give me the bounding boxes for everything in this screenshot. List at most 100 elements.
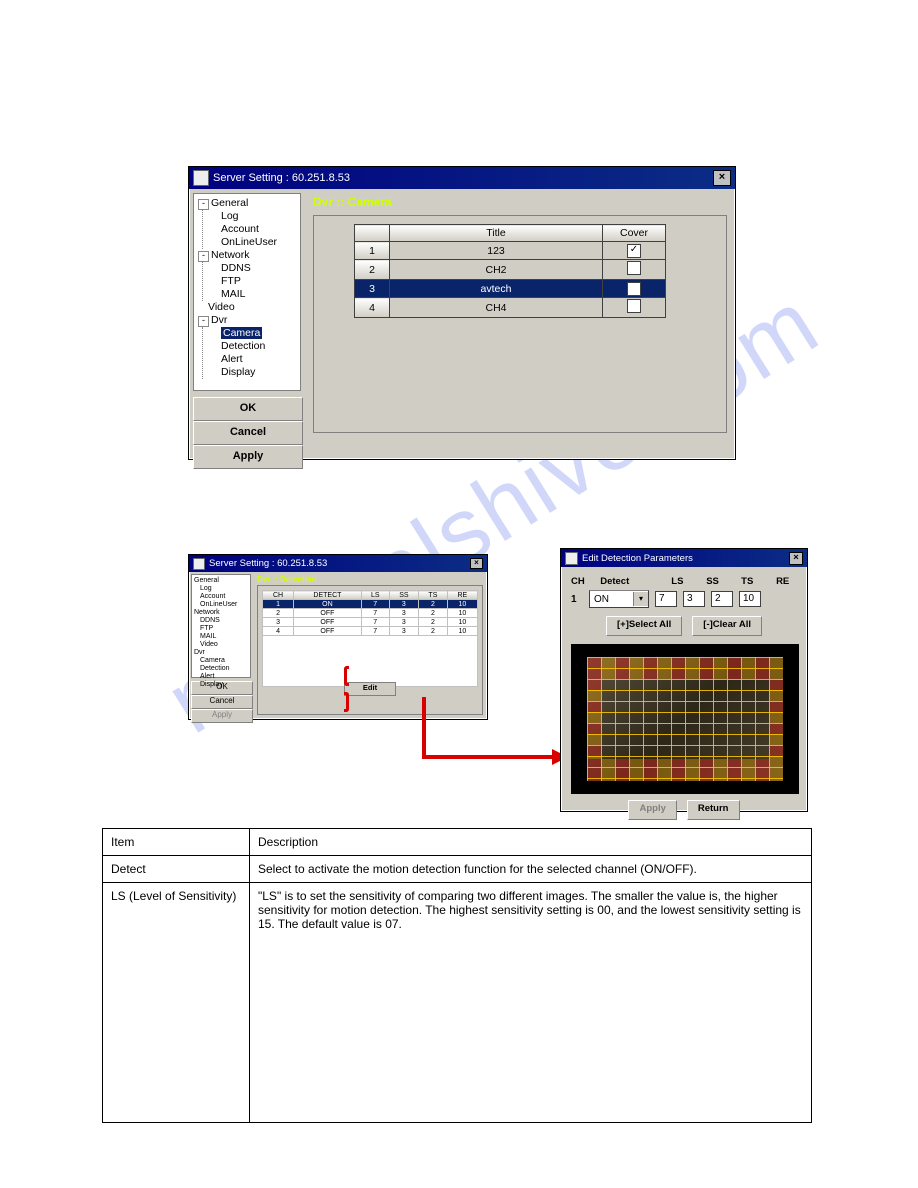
- table-row[interactable]: 2 CH2: [355, 260, 666, 280]
- description-table: Item Description Detect Select to activa…: [102, 828, 812, 1123]
- expander-icon[interactable]: -: [198, 316, 209, 327]
- cancel-button[interactable]: Cancel: [191, 695, 253, 709]
- table-row[interactable]: 2OFF73210: [263, 609, 478, 618]
- apply-button[interactable]: Apply: [191, 709, 253, 723]
- tree-detection[interactable]: Detection: [221, 340, 296, 353]
- col-cover: Cover: [603, 225, 666, 242]
- param-inputs: 1 ON ▾ 7 3 2 10: [571, 590, 797, 608]
- tree-onlineuser[interactable]: OnLineUser: [221, 236, 296, 249]
- tree-ddns[interactable]: DDNS: [221, 262, 296, 275]
- col-re: RE: [447, 591, 477, 600]
- camera-panel: Title Cover 1 123 2 CH2: [313, 215, 727, 433]
- ts-input[interactable]: 2: [711, 591, 733, 607]
- titlebar: Edit Detection Parameters ×: [561, 549, 807, 567]
- tree-general[interactable]: General: [211, 197, 248, 209]
- ss-input[interactable]: 3: [683, 591, 705, 607]
- col-ts: TS: [419, 591, 448, 600]
- cover-checkbox[interactable]: [627, 261, 641, 275]
- edit-detection-parameters-window: Edit Detection Parameters × CH Detect LS…: [560, 548, 808, 812]
- cancel-button[interactable]: Cancel: [193, 421, 303, 445]
- tree-alert[interactable]: Alert: [200, 673, 248, 681]
- re-input[interactable]: 10: [739, 591, 761, 607]
- left-pane: General Log Account OnLineUser Network D…: [189, 572, 253, 724]
- return-button[interactable]: Return: [687, 800, 740, 820]
- tree-dvr[interactable]: Dvr: [211, 314, 227, 326]
- tree-log[interactable]: Log: [221, 210, 296, 223]
- expander-icon[interactable]: -: [198, 199, 209, 210]
- tree-ftp[interactable]: FTP: [221, 275, 296, 288]
- cover-checkbox[interactable]: [627, 244, 641, 258]
- col-detect: DETECT: [294, 591, 362, 600]
- tree-camera[interactable]: Camera: [200, 657, 248, 665]
- tree-video[interactable]: Video: [200, 641, 248, 649]
- expander-icon[interactable]: -: [198, 251, 209, 262]
- app-icon: [193, 558, 205, 570]
- tree-display[interactable]: Display: [221, 366, 296, 379]
- header-item: Item: [103, 829, 250, 856]
- nav-tree[interactable]: General Log Account OnLineUser Network D…: [191, 574, 251, 678]
- tree-dvr[interactable]: Dvr: [194, 649, 205, 656]
- select-all-button[interactable]: [+]Select All: [606, 616, 682, 636]
- apply-button[interactable]: Apply: [193, 445, 303, 469]
- cell-title[interactable]: 123: [390, 242, 603, 260]
- cover-checkbox[interactable]: [627, 299, 641, 313]
- camera-table[interactable]: Title Cover 1 123 2 CH2: [354, 224, 666, 318]
- server-setting-camera-window: Server Setting : 60.251.8.53 × -General …: [188, 166, 736, 460]
- apply-button[interactable]: Apply: [628, 800, 676, 820]
- detection-area-grid[interactable]: [587, 657, 783, 781]
- tree-ftp[interactable]: FTP: [200, 625, 248, 633]
- label-detect: Detect: [600, 576, 657, 587]
- arrow-icon: [422, 755, 554, 759]
- close-icon[interactable]: ×: [713, 170, 731, 186]
- titlebar: Server Setting : 60.251.8.53 ×: [189, 555, 487, 572]
- close-icon[interactable]: ×: [789, 552, 803, 565]
- tree-account[interactable]: Account: [221, 223, 296, 236]
- header-desc: Description: [250, 829, 812, 856]
- tree-ddns[interactable]: DDNS: [200, 617, 248, 625]
- table-row[interactable]: 4OFF73210: [263, 627, 478, 636]
- edit-button-highlight: Edit: [344, 670, 396, 708]
- panel-title: Dvr :: Detection: [257, 575, 483, 585]
- window-body: CH Detect LS SS TS RE 1 ON ▾ 7 3 2 10 [+…: [561, 567, 807, 828]
- tree-network[interactable]: Network: [194, 609, 220, 616]
- tree-general[interactable]: General: [194, 577, 219, 584]
- detection-panel: CH DETECT LS SS TS RE 1ON73210 2OFF73210: [257, 585, 483, 715]
- tree-camera[interactable]: Camera: [221, 327, 262, 339]
- desc-ls: "LS" is to set the sensitivity of compar…: [250, 883, 812, 1123]
- tree-network[interactable]: Network: [211, 249, 250, 261]
- server-setting-detection-window: Server Setting : 60.251.8.53 × General L…: [188, 554, 488, 720]
- tree-video[interactable]: Video: [198, 301, 296, 314]
- window-title: Edit Detection Parameters: [582, 553, 693, 564]
- table-row[interactable]: 4 CH4: [355, 298, 666, 318]
- edit-button[interactable]: Edit: [344, 682, 396, 696]
- cover-checkbox[interactable]: [627, 282, 641, 296]
- chevron-down-icon[interactable]: ▾: [633, 592, 648, 606]
- tree-account[interactable]: Account: [200, 593, 248, 601]
- col-blank: [355, 225, 390, 242]
- table-row[interactable]: 3 avtech: [355, 280, 666, 298]
- tree-mail[interactable]: MAIL: [200, 633, 248, 641]
- tree-mail[interactable]: MAIL: [221, 288, 296, 301]
- table-row[interactable]: 1ON73210: [263, 600, 478, 609]
- table-row[interactable]: 3OFF73210: [263, 618, 478, 627]
- cell-title[interactable]: CH2: [390, 260, 603, 280]
- tree-detection[interactable]: Detection: [200, 665, 248, 673]
- label-re: RE: [776, 576, 797, 587]
- cell-title[interactable]: avtech: [390, 280, 603, 298]
- col-title: Title: [390, 225, 603, 242]
- table-row[interactable]: 1 123: [355, 242, 666, 260]
- ok-button[interactable]: OK: [193, 397, 303, 421]
- nav-tree[interactable]: -General Log Account OnLineUser -Network…: [193, 193, 301, 391]
- ls-input[interactable]: 7: [655, 591, 677, 607]
- tree-alert[interactable]: Alert: [221, 353, 296, 366]
- close-icon[interactable]: ×: [470, 558, 483, 569]
- tree-onlineuser[interactable]: OnLineUser: [200, 601, 248, 609]
- item-detect: Detect: [103, 856, 250, 883]
- cell-title[interactable]: CH4: [390, 298, 603, 318]
- clear-all-button[interactable]: [-]Clear All: [692, 616, 762, 636]
- detect-combo[interactable]: ON ▾: [589, 590, 649, 608]
- value-ch: 1: [571, 594, 583, 605]
- tree-log[interactable]: Log: [200, 585, 248, 593]
- label-ts: TS: [741, 576, 762, 587]
- label-ls: LS: [671, 576, 692, 587]
